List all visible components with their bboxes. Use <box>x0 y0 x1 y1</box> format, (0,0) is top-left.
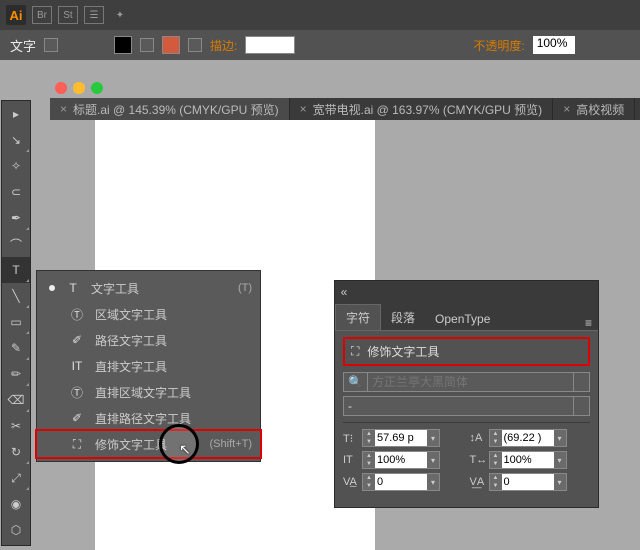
font-size-input[interactable]: ▲▼▾ <box>362 429 440 447</box>
kerning-input[interactable]: ▲▼▾ <box>362 473 440 491</box>
font-size-icon: T⁝ <box>343 432 359 445</box>
flyout-item-vertical-area-type[interactable]: Ⓣ 直排区域文字工具 <box>37 379 260 405</box>
width-tool[interactable]: ◉ <box>2 491 30 517</box>
vertical-path-type-icon: ✐ <box>69 411 85 425</box>
fill-swatch[interactable] <box>114 36 132 54</box>
search-icon: 🔍 <box>343 372 367 392</box>
chevron-down-icon[interactable] <box>574 396 590 416</box>
mode-dropdown[interactable] <box>44 38 58 52</box>
lasso-tool[interactable]: ⊂ <box>2 179 30 205</box>
pencil-tool[interactable]: ✏ <box>2 361 30 387</box>
divider <box>343 422 590 423</box>
vscale-icon: IT <box>343 454 359 466</box>
panel-header[interactable]: « <box>335 281 598 303</box>
leading-icon: ↕A <box>470 432 486 444</box>
current-tool-indicator-icon <box>49 285 55 291</box>
bridge-icon[interactable]: Br <box>32 6 52 24</box>
font-style-input[interactable] <box>343 396 574 416</box>
stroke-dropdown[interactable] <box>188 38 202 52</box>
magic-wand-tool[interactable]: ✧ <box>2 153 30 179</box>
minimize-window-icon[interactable] <box>73 82 85 94</box>
hscale-icon: T↔ <box>470 454 486 466</box>
vertical-type-icon: IT <box>69 359 85 373</box>
stroke-label: 描边: <box>210 37 237 54</box>
chevron-down-icon[interactable] <box>574 372 590 392</box>
tracking-icon: V͟A <box>470 476 486 488</box>
tracking-input[interactable]: ▲▼▾ <box>489 473 567 491</box>
scatter-icon[interactable]: ✦ <box>110 6 130 24</box>
opacity-label: 不透明度: <box>473 37 524 54</box>
window-traffic-lights <box>55 82 103 94</box>
panel-menu-icon[interactable]: ≡ <box>579 316 598 330</box>
type-tool-flyout: T 文字工具 (T) Ⓣ 区域文字工具 ✐ 路径文字工具 IT 直排文字工具 Ⓣ… <box>36 270 261 462</box>
curvature-tool[interactable]: ⌒ <box>2 231 30 257</box>
paintbrush-tool[interactable]: ✎ <box>2 335 30 361</box>
area-type-icon: Ⓣ <box>69 306 85 323</box>
tab-document-1[interactable]: ×标题.ai @ 145.39% (CMYK/GPU 预览) <box>50 98 290 120</box>
opacity-input[interactable]: 100% <box>533 36 575 54</box>
arrange-icon[interactable]: ☰ <box>84 6 104 24</box>
app-logo: Ai <box>6 5 26 25</box>
close-icon[interactable]: × <box>563 102 570 116</box>
direct-selection-tool[interactable]: ↘ <box>2 127 30 153</box>
stroke-swatch[interactable] <box>162 36 180 54</box>
touch-type-icon: ⛶ <box>351 344 359 359</box>
control-bar: 文字 描边: 不透明度: 100% <box>0 30 640 60</box>
close-icon[interactable]: × <box>300 102 307 116</box>
app-menubar: Ai Br St ☰ ✦ <box>0 0 640 30</box>
hscale-input[interactable]: ▲▼▾ <box>489 451 567 469</box>
tool-mode-label: 文字 <box>10 36 36 55</box>
font-style-field[interactable] <box>343 396 590 416</box>
close-icon[interactable]: × <box>60 102 67 116</box>
leading-input[interactable]: ▲▼▾ <box>489 429 567 447</box>
vscale-input[interactable]: ▲▼▾ <box>362 451 440 469</box>
fill-dropdown[interactable] <box>140 38 154 52</box>
flyout-item-vertical-type[interactable]: IT 直排文字工具 <box>37 353 260 379</box>
flyout-item-area-type[interactable]: Ⓣ 区域文字工具 <box>37 301 260 327</box>
tab-character[interactable]: 字符 <box>335 304 381 330</box>
tools-panel: ▸ ↘ ✧ ⊂ ✒ ⌒ T ╲ ▭ ✎ ✏ ⌫ ✂ ↻ ⤢ ◉ ⬡ <box>1 100 31 546</box>
flyout-item-touch-type[interactable]: ⛶ 修饰文字工具 (Shift+T) <box>37 431 260 457</box>
tab-opentype[interactable]: OpenType <box>425 308 500 330</box>
line-tool[interactable]: ╲ <box>2 283 30 309</box>
flyout-item-vertical-path-type[interactable]: ✐ 直排路径文字工具 <box>37 405 260 431</box>
close-window-icon[interactable] <box>55 82 67 94</box>
tab-paragraph[interactable]: 段落 <box>381 305 425 330</box>
tab-document-3[interactable]: ×高校视频 <box>553 98 635 120</box>
pen-tool[interactable]: ✒ <box>2 205 30 231</box>
stock-icon[interactable]: St <box>58 6 78 24</box>
path-type-icon: ✐ <box>69 333 85 347</box>
type-tool[interactable]: T <box>2 257 30 283</box>
collapse-icon[interactable]: « <box>335 285 353 299</box>
scissors-tool[interactable]: ✂ <box>2 413 30 439</box>
touch-type-button[interactable]: ⛶ 修饰文字工具 <box>343 337 590 366</box>
character-panel: « 字符 段落 OpenType ≡ ⛶ 修饰文字工具 🔍 T⁝ ▲▼▾ ↕A <box>334 280 599 508</box>
eraser-tool[interactable]: ⌫ <box>2 387 30 413</box>
touch-type-icon: ⛶ <box>69 437 85 452</box>
font-family-field[interactable]: 🔍 <box>343 372 590 392</box>
document-tabs: ×标题.ai @ 145.39% (CMYK/GPU 预览) ×宽带电视.ai … <box>50 98 640 120</box>
kerning-icon: VA̲ <box>343 476 359 488</box>
selection-tool[interactable]: ▸ <box>2 101 30 127</box>
flyout-item-type[interactable]: T 文字工具 (T) <box>37 275 260 301</box>
scale-tool[interactable]: ⤢ <box>2 465 30 491</box>
font-family-input[interactable] <box>367 372 574 392</box>
stroke-weight-input[interactable] <box>245 36 295 54</box>
vertical-area-type-icon: Ⓣ <box>69 384 85 401</box>
rectangle-tool[interactable]: ▭ <box>2 309 30 335</box>
rotate-tool[interactable]: ↻ <box>2 439 30 465</box>
panel-tabs: 字符 段落 OpenType ≡ <box>335 303 598 331</box>
tab-document-2[interactable]: ×宽带电视.ai @ 163.97% (CMYK/GPU 预览) <box>290 98 554 120</box>
flyout-item-path-type[interactable]: ✐ 路径文字工具 <box>37 327 260 353</box>
type-icon: T <box>65 281 81 295</box>
zoom-window-icon[interactable] <box>91 82 103 94</box>
shape-builder-tool[interactable]: ⬡ <box>2 517 30 543</box>
